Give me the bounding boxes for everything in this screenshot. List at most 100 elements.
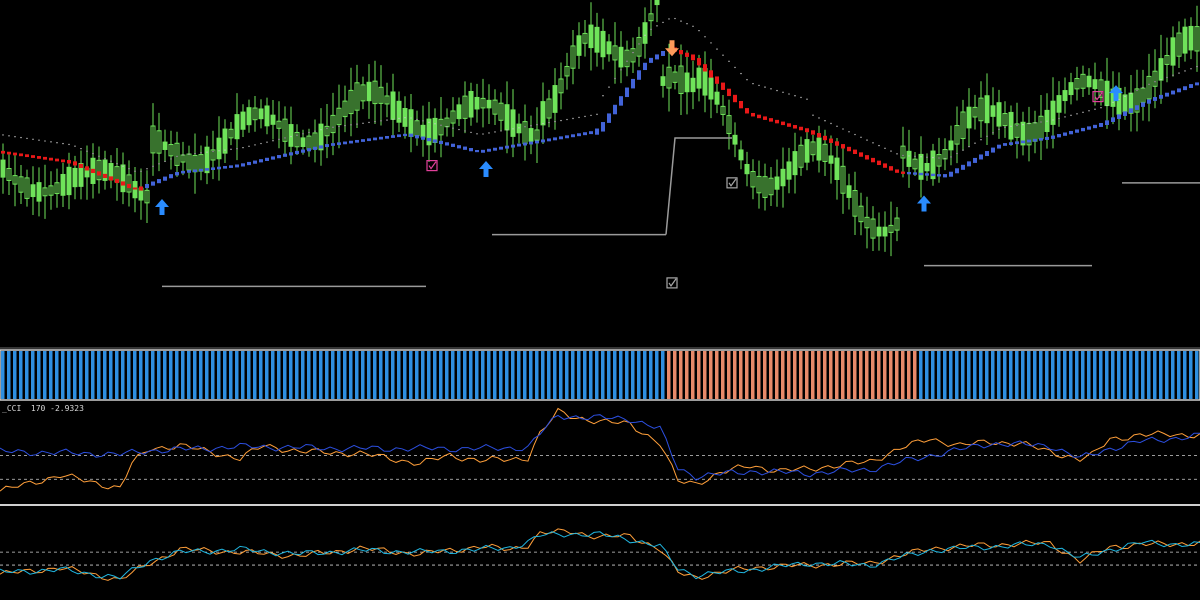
histogram-bar-up: [319, 351, 323, 399]
histogram-bar-down: [733, 351, 737, 399]
candle-body: [834, 157, 840, 180]
channel-dot: [278, 138, 280, 141]
histogram-bar-up: [301, 351, 305, 399]
channel-dot: [1004, 126, 1006, 128]
candle-body: [420, 124, 426, 138]
trend-bar-up: [181, 170, 185, 174]
candle-body: [990, 105, 996, 117]
histogram-bar-down: [829, 351, 833, 399]
histogram-bar-up: [187, 351, 191, 399]
channel-dot: [1040, 121, 1042, 123]
candle-body: [120, 164, 126, 193]
histogram-bar-up: [37, 351, 41, 399]
candle-body: [816, 137, 822, 161]
histogram-bar-up: [991, 351, 995, 399]
channel-dot: [302, 133, 304, 135]
trend-bar-up: [151, 181, 155, 186]
channel-dot: [656, 25, 658, 27]
candle-body: [696, 67, 702, 89]
trend-bar-up: [199, 168, 203, 172]
channel-dot: [968, 145, 970, 148]
trend-bar-down: [67, 159, 71, 164]
histogram-bar-up: [481, 351, 485, 399]
trend-bar-up: [361, 139, 365, 142]
channel-dot: [1028, 123, 1030, 125]
trend-bar-up: [355, 139, 359, 143]
candle-body: [948, 140, 954, 151]
trend-bar-up: [1171, 90, 1175, 95]
cci-indicator-label: _CCI 170 -2.9323: [2, 404, 84, 413]
trend-bar-up: [1069, 130, 1073, 135]
channel-dot: [338, 125, 340, 128]
channel-dot: [1100, 107, 1102, 109]
histogram-bar-down: [787, 351, 791, 399]
trend-bar-up: [553, 137, 557, 141]
trend-bar-up: [643, 62, 647, 71]
channel-dot: [200, 152, 202, 154]
histogram-bar-up: [361, 351, 365, 399]
channel-dot: [1094, 108, 1096, 110]
histogram-bar-up: [313, 351, 317, 399]
channel-dot: [182, 154, 184, 156]
candle-body: [702, 68, 708, 96]
channel-dot: [140, 170, 142, 172]
trend-bar-up: [517, 143, 521, 147]
channel-dot: [332, 126, 334, 128]
buy-arrow-icon: [917, 195, 931, 212]
channel-dot: [392, 118, 394, 120]
channel-dot: [1064, 116, 1066, 118]
channel-dot: [74, 145, 76, 147]
channel-dot: [158, 163, 160, 165]
histogram-bar-up: [331, 351, 335, 399]
trend-bar-down: [121, 181, 125, 186]
histogram-bar-up: [115, 351, 119, 399]
histogram-bar-up: [589, 351, 593, 399]
trend-bar-up: [1165, 92, 1169, 97]
trend-bar-up: [1021, 140, 1025, 144]
histogram-bar-up: [487, 351, 491, 399]
channel-dot: [1034, 122, 1036, 124]
channel-dot: [806, 98, 808, 100]
histogram-bar-down: [895, 351, 899, 399]
candle-body: [474, 96, 480, 110]
histogram-bar-down: [667, 351, 671, 399]
candle-body: [654, 0, 660, 6]
trend-bar-up: [655, 54, 659, 60]
trend-bar-up: [1105, 120, 1109, 126]
trend-bar-up: [403, 133, 407, 137]
trend-bar-down: [685, 52, 689, 57]
trend-bar-up: [529, 141, 533, 145]
histogram-bar-up: [1069, 351, 1073, 399]
candle-body: [576, 35, 582, 56]
channel-dot: [614, 77, 616, 80]
channel-dot: [578, 116, 580, 119]
trend-bar-up: [601, 122, 605, 132]
trend-bar-up: [301, 149, 305, 153]
trend-bar-down: [19, 153, 23, 157]
histogram-bar-up: [1195, 351, 1199, 399]
trend-bar-up: [997, 144, 1001, 149]
histogram-bar-up: [43, 351, 47, 399]
histogram-bar-up: [625, 351, 629, 399]
histogram-bar-up: [1153, 351, 1157, 399]
channel-dot: [506, 129, 508, 131]
trend-histogram-pane: [0, 349, 1200, 401]
channel-dot: [350, 124, 352, 126]
trend-bar-down: [859, 152, 863, 157]
histogram-bar-up: [1165, 351, 1169, 399]
histogram-bar-up: [55, 351, 59, 399]
channel-dot: [680, 20, 682, 22]
histogram-bar-up: [169, 351, 173, 399]
histogram-bar-up: [1057, 351, 1061, 399]
candle-body: [594, 26, 600, 53]
histogram-bar-up: [139, 351, 143, 399]
channel-dot: [950, 156, 952, 158]
histogram-bar-up: [661, 351, 665, 399]
indicator-series-line: [0, 531, 1200, 580]
trend-bar-up: [523, 142, 527, 146]
histogram-bar-up: [247, 351, 251, 399]
channel-dot: [896, 153, 898, 155]
channel-dot: [1154, 81, 1156, 83]
trend-bar-up: [1027, 139, 1031, 143]
trend-bar-up: [1129, 108, 1133, 113]
